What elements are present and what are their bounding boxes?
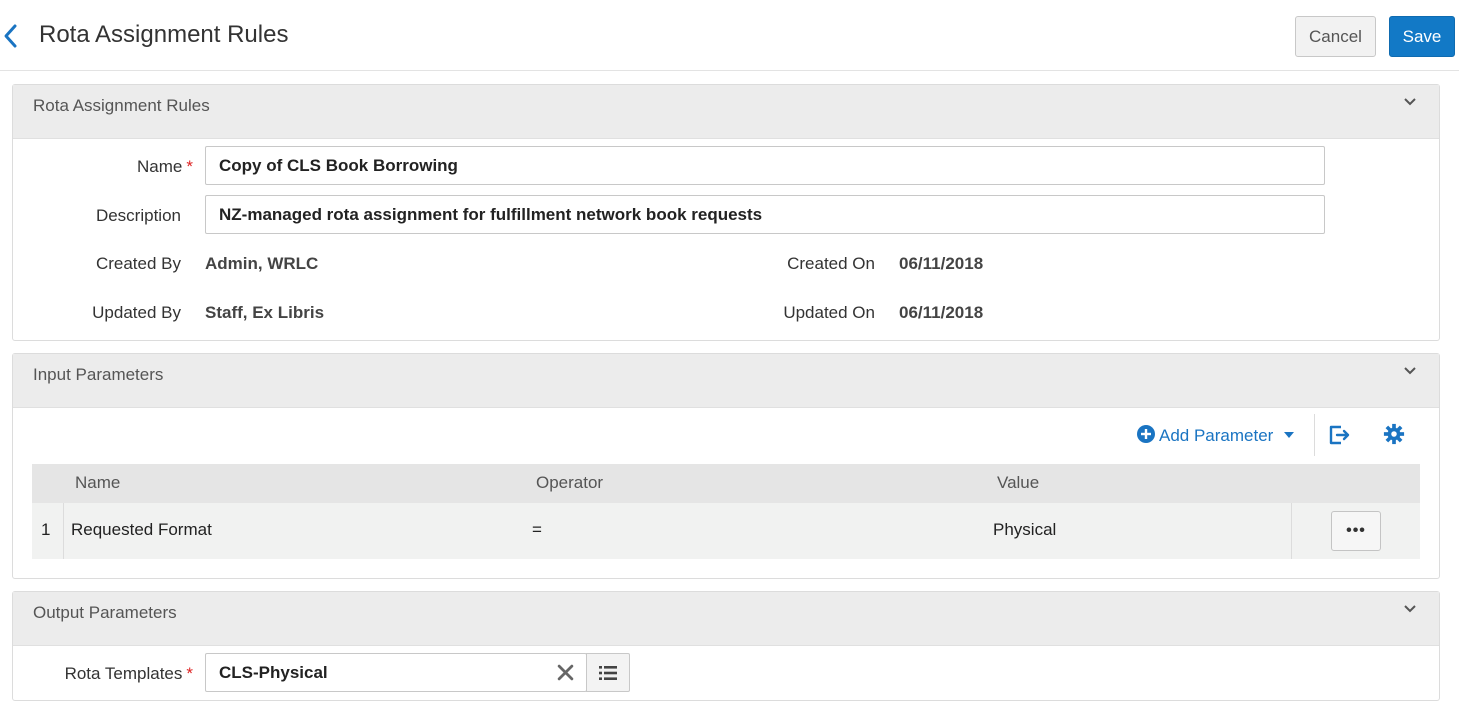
column-divider [1291,503,1292,559]
column-header-value[interactable]: Value [997,473,1039,493]
updated-on-label: Updated On [783,303,875,322]
top-bar: Rota Assignment Rules Cancel Save [0,0,1459,71]
chevron-down-icon[interactable] [1403,366,1417,376]
name-label: Name * [137,157,193,176]
row-actions-button[interactable]: ••• [1331,511,1381,551]
column-divider [63,503,64,559]
description-label: Description [95,206,181,225]
updated-on-value: 06/11/2018 [899,303,984,322]
description-input[interactable] [205,195,1325,234]
save-button[interactable]: Save [1389,16,1455,57]
rota-templates-label: Rota Templates * [64,664,193,683]
row-index: 1 [41,520,51,539]
caret-down-icon [1284,432,1295,438]
required-marker: * [186,157,193,176]
created-by-label: Created By [95,254,181,273]
clear-x-icon[interactable] [557,664,574,681]
rota-templates-input[interactable] [205,653,587,692]
updated-by-label: Updated By [92,303,181,322]
column-header-operator[interactable]: Operator [536,473,603,493]
column-header-name[interactable]: Name [75,473,120,493]
add-parameter-button[interactable]: Add Parameter [1137,425,1295,446]
row-name: Requested Format [71,520,212,539]
cancel-button[interactable]: Cancel [1295,16,1376,57]
rules-panel: Rota Assignment Rules Name* Description … [12,84,1440,341]
rules-panel-header[interactable]: Rota Assignment Rules [13,85,1439,139]
row-value: Physical [993,520,1057,539]
add-parameter-label: Add Parameter [1159,426,1274,445]
rules-panel-title: Rota Assignment Rules [33,96,210,115]
list-icon [599,666,617,680]
list-picker-button[interactable] [586,653,630,692]
output-parameters-panel: Output Parameters Rota Templates * [12,591,1440,701]
chevron-left-icon[interactable] [0,22,22,50]
plus-circle-icon [1137,425,1155,443]
input-panel-header[interactable]: Input Parameters [13,354,1439,408]
created-on-label: Created On [787,254,875,273]
name-input[interactable] [205,146,1325,185]
export-icon[interactable] [1327,423,1351,447]
row-operator: = [532,520,542,539]
input-parameters-panel: Input Parameters Add Parameter Name Oper… [12,353,1440,579]
required-marker: * [186,664,193,683]
gear-icon[interactable] [1383,423,1405,445]
updated-by-value: Staff, Ex Libris [205,303,325,322]
chevron-down-icon[interactable] [1403,604,1417,614]
parameters-table-header: Name Operator Value [32,464,1420,503]
created-on-value: 06/11/2018 [899,254,984,273]
input-panel-title: Input Parameters [33,365,164,384]
table-row[interactable]: 1 Requested Format = Physical ••• [32,503,1420,559]
page-title: Rota Assignment Rules [39,21,289,48]
created-by-value: Admin, WRLC [205,254,319,273]
toolbar-divider [1314,414,1315,456]
chevron-down-icon[interactable] [1403,97,1417,107]
output-panel-header[interactable]: Output Parameters [13,592,1439,646]
output-panel-title: Output Parameters [33,603,177,622]
